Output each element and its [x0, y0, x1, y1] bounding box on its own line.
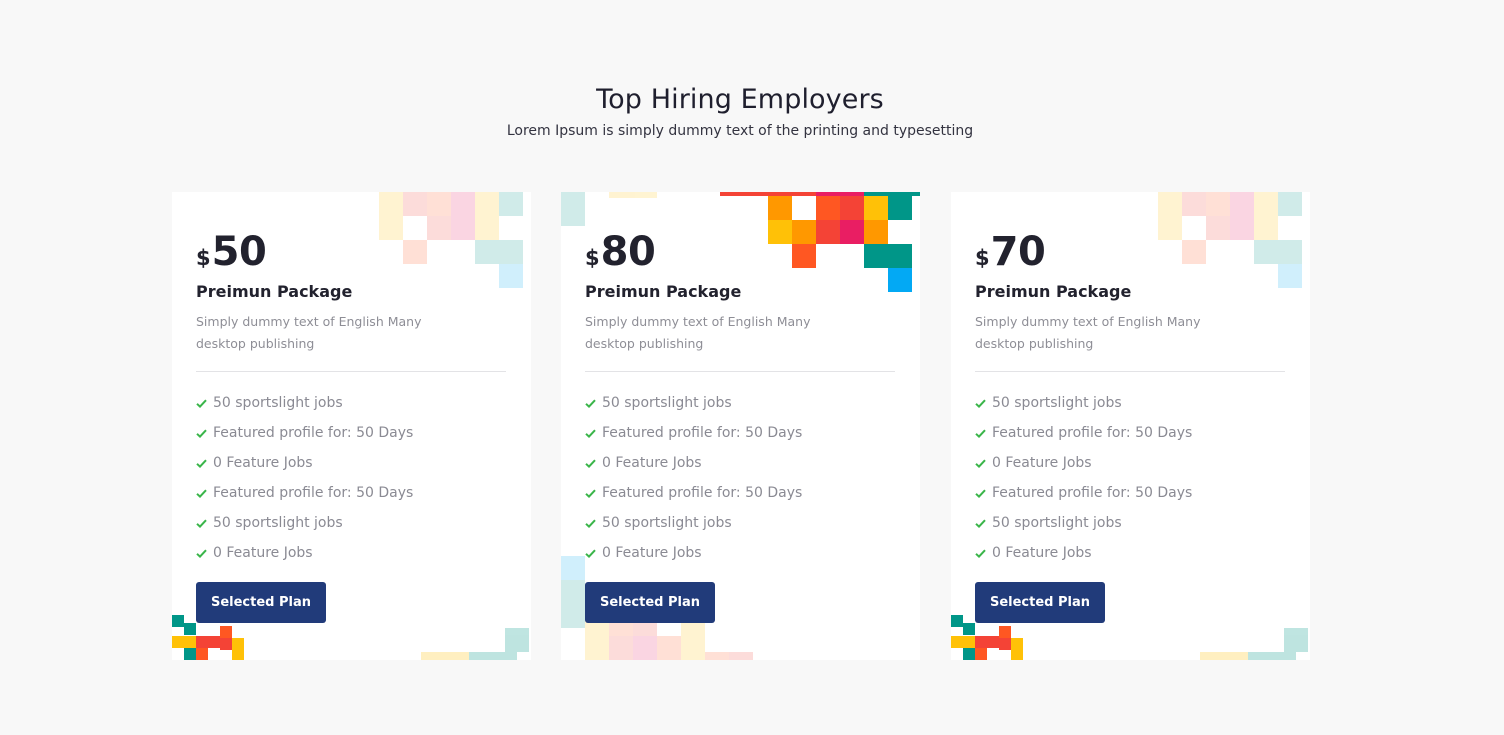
feature-item: 0 Feature Jobs	[975, 448, 1285, 478]
check-icon	[585, 489, 596, 498]
price-amount: 70	[990, 229, 1046, 275]
feature-text: 0 Feature Jobs	[213, 545, 313, 561]
check-icon	[975, 429, 986, 438]
feature-text: 0 Feature Jobs	[602, 455, 702, 471]
feature-text: Featured profile for: 50 Days	[602, 425, 803, 441]
plan-description: Simply dummy text of English Many deskto…	[975, 314, 1201, 351]
feature-text: Featured profile for: 50 Days	[602, 485, 803, 501]
check-icon	[196, 429, 207, 438]
select-plan-button[interactable]: Selected Plan	[196, 582, 326, 623]
feature-item: Featured profile for: 50 Days	[196, 478, 506, 508]
feature-item: 0 Feature Jobs	[585, 538, 895, 568]
feature-item: 0 Feature Jobs	[196, 538, 506, 568]
feature-text: 0 Feature Jobs	[602, 545, 702, 561]
plan-title: Preimun Package	[585, 282, 742, 301]
feature-text: 50 sportslight jobs	[213, 395, 343, 411]
feature-list: 50 sportslight jobs Featured profile for…	[585, 388, 895, 568]
plan-description: Simply dummy text of English Many deskto…	[196, 314, 422, 351]
pixel-mosaic-decoration	[1200, 624, 1310, 660]
check-icon	[975, 399, 986, 408]
feature-text: 50 sportslight jobs	[602, 515, 732, 531]
feature-text: Featured profile for: 50 Days	[992, 425, 1193, 441]
select-plan-button[interactable]: Selected Plan	[585, 582, 715, 623]
section-header: Top Hiring Employers Lorem Ipsum is simp…	[0, 84, 1480, 139]
check-icon	[196, 549, 207, 558]
feature-item: 50 sportslight jobs	[196, 388, 506, 418]
pixel-mosaic-decoration	[561, 192, 671, 228]
currency-symbol: $	[585, 246, 600, 270]
feature-list: 50 sportslight jobs Featured profile for…	[975, 388, 1285, 568]
feature-item: 50 sportslight jobs	[975, 388, 1285, 418]
check-icon	[975, 459, 986, 468]
feature-item: Featured profile for: 50 Days	[585, 478, 895, 508]
feature-text: 0 Feature Jobs	[992, 545, 1092, 561]
feature-text: Featured profile for: 50 Days	[992, 485, 1193, 501]
divider	[975, 371, 1285, 372]
feature-list: 50 sportslight jobs Featured profile for…	[196, 388, 506, 568]
feature-text: 0 Feature Jobs	[992, 455, 1092, 471]
feature-text: 50 sportslight jobs	[213, 515, 343, 531]
check-icon	[196, 489, 207, 498]
price-amount: 80	[600, 229, 656, 275]
check-icon	[196, 459, 207, 468]
pricing-card-2: $ 80 Preimun Package Simply dummy text o…	[561, 192, 920, 660]
plan-price: $ 80	[585, 228, 895, 276]
check-icon	[585, 429, 596, 438]
check-icon	[975, 549, 986, 558]
currency-symbol: $	[196, 246, 211, 270]
feature-item: Featured profile for: 50 Days	[975, 478, 1285, 508]
feature-item: 50 sportslight jobs	[196, 508, 506, 538]
feature-text: 50 sportslight jobs	[992, 395, 1122, 411]
check-icon	[975, 489, 986, 498]
plan-title: Preimun Package	[975, 282, 1132, 301]
feature-text: Featured profile for: 50 Days	[213, 425, 414, 441]
check-icon	[585, 549, 596, 558]
check-icon	[585, 459, 596, 468]
feature-item: 50 sportslight jobs	[585, 508, 895, 538]
check-icon	[196, 519, 207, 528]
feature-item: Featured profile for: 50 Days	[975, 418, 1285, 448]
pricing-card-1: $ 50 Preimun Package Simply dummy text o…	[172, 192, 531, 660]
check-icon	[196, 399, 207, 408]
feature-item: Featured profile for: 50 Days	[196, 418, 506, 448]
select-plan-button[interactable]: Selected Plan	[975, 582, 1105, 623]
divider	[196, 371, 506, 372]
currency-symbol: $	[975, 246, 990, 270]
feature-item: 0 Feature Jobs	[975, 538, 1285, 568]
feature-text: 50 sportslight jobs	[602, 395, 732, 411]
feature-item: 0 Feature Jobs	[196, 448, 506, 478]
feature-text: 0 Feature Jobs	[213, 455, 313, 471]
feature-text: 50 sportslight jobs	[992, 515, 1122, 531]
section-title: Top Hiring Employers	[596, 84, 884, 115]
check-icon	[585, 399, 596, 408]
plan-title: Preimun Package	[196, 282, 353, 301]
divider	[585, 371, 895, 372]
pixel-mosaic-decoration	[421, 624, 531, 660]
feature-item: 50 sportslight jobs	[975, 508, 1285, 538]
feature-item: 0 Feature Jobs	[585, 448, 895, 478]
price-amount: 50	[211, 229, 267, 275]
plan-price: $ 50	[196, 228, 506, 276]
check-icon	[975, 519, 986, 528]
feature-item: 50 sportslight jobs	[585, 388, 895, 418]
check-icon	[585, 519, 596, 528]
feature-item: Featured profile for: 50 Days	[585, 418, 895, 448]
feature-text: Featured profile for: 50 Days	[213, 485, 414, 501]
section-subtitle: Lorem Ipsum is simply dummy text of the …	[506, 123, 974, 139]
pricing-card-3: $ 70 Preimun Package Simply dummy text o…	[951, 192, 1310, 660]
plan-price: $ 70	[975, 228, 1285, 276]
plan-description: Simply dummy text of English Many deskto…	[585, 314, 811, 351]
